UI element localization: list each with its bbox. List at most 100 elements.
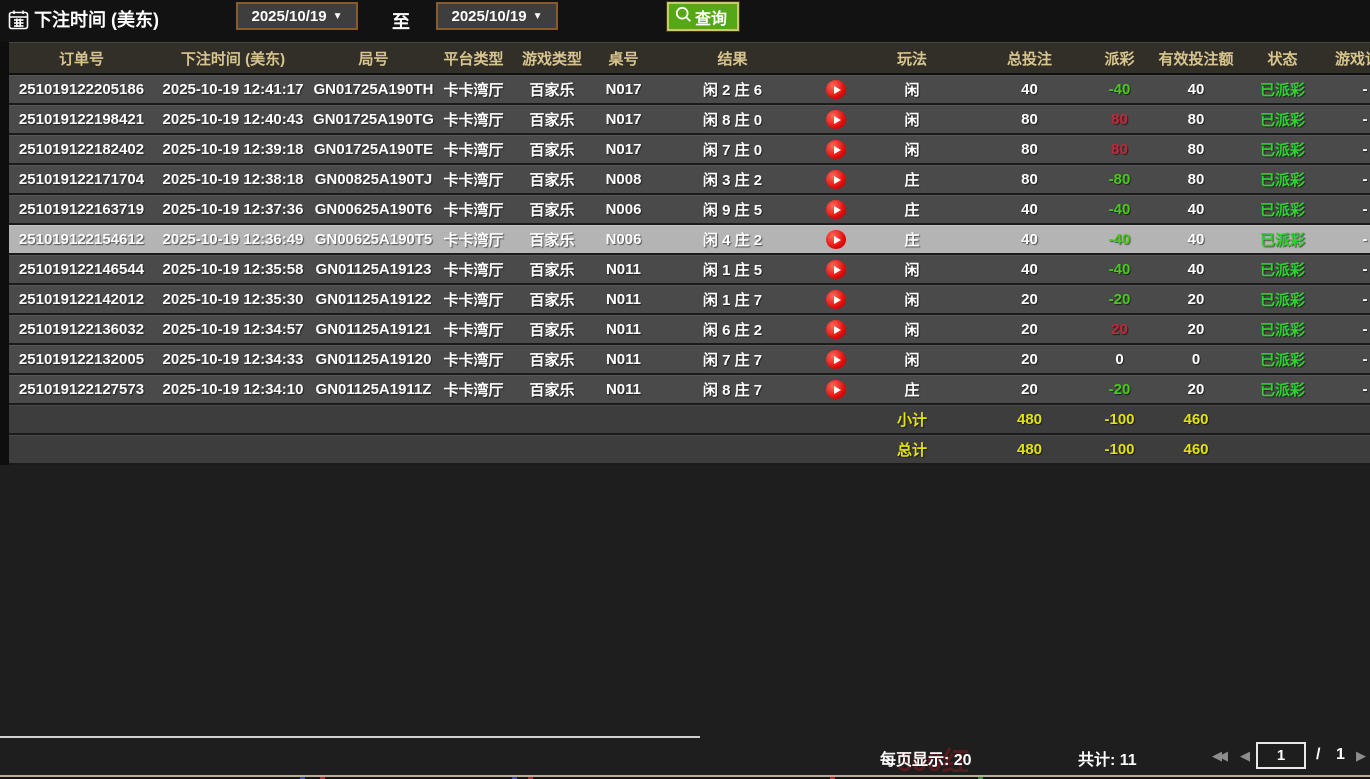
- table-row[interactable]: 251019122142012 2025-10-19 12:35:30 GN01…: [9, 285, 1370, 315]
- table-row[interactable]: 251019122127573 2025-10-19 12:34:10 GN01…: [9, 375, 1370, 405]
- table-row[interactable]: 251019122154612 2025-10-19 12:36:49 GN00…: [9, 225, 1370, 255]
- calendar-icon: [8, 9, 29, 30]
- replay-icon[interactable]: [826, 380, 846, 399]
- valid-bet-cell: 80: [1142, 171, 1250, 188]
- payout-cell: 20: [1097, 321, 1142, 338]
- result-cell: 闲 9 庄 5: [655, 199, 810, 220]
- status-cell: 已派彩: [1250, 319, 1315, 340]
- total-bet-cell: 80: [962, 111, 1097, 128]
- replay-icon[interactable]: [826, 80, 846, 99]
- platform-cell: 卡卡湾厅: [435, 199, 512, 220]
- column-header-round_no: 局号: [312, 48, 435, 69]
- table-row[interactable]: 251019122163719 2025-10-19 12:37:36 GN00…: [9, 195, 1370, 225]
- replay-icon[interactable]: [826, 350, 846, 369]
- order-no-cell: 251019122198421: [9, 111, 154, 128]
- column-header-table_no: 桌号: [592, 48, 655, 69]
- game-detail-cell: -: [1315, 201, 1370, 218]
- table-row[interactable]: 251019122132005 2025-10-19 12:34:33 GN01…: [9, 345, 1370, 375]
- table-left-edge: [0, 42, 9, 465]
- bet-side-cell: 闲: [862, 139, 962, 160]
- next-page-icon[interactable]: ▶: [1356, 748, 1362, 764]
- table-row[interactable]: 251019122205186 2025-10-19 12:41:17 GN01…: [9, 75, 1370, 105]
- game-detail-cell: -: [1315, 141, 1370, 158]
- bet-side-cell: 庄: [862, 169, 962, 190]
- replay-icon[interactable]: [826, 170, 846, 189]
- toolbar: 下注时间 (美东) 2025/10/19 ▼ 至 2025/10/19 ▼ 查询: [0, 0, 1370, 42]
- column-header-total_bet: 总投注: [962, 48, 1097, 69]
- platform-cell: 卡卡湾厅: [435, 109, 512, 130]
- grand-total-valid-bet: 460: [1142, 441, 1250, 458]
- subtotal-label: 小计: [862, 409, 962, 430]
- payout-cell: -20: [1097, 381, 1142, 398]
- page-number-input[interactable]: [1256, 742, 1306, 769]
- result-cell: 闲 7 庄 0: [655, 139, 810, 160]
- round-no-cell: GN01125A19122: [312, 291, 435, 308]
- order-no-cell: 251019122154612: [9, 231, 154, 248]
- platform-cell: 卡卡湾厅: [435, 169, 512, 190]
- bet-time-cell: 2025-10-19 12:34:57: [154, 321, 312, 338]
- column-header-bet_side: 玩法: [862, 48, 962, 69]
- replay-icon[interactable]: [826, 200, 846, 219]
- page-size-label: 每页显示: 20: [880, 746, 972, 770]
- table-no-cell: N006: [592, 201, 655, 218]
- table-header: 订单号下注时间 (美东)局号平台类型游戏类型桌号结果玩法总投注派彩有效投注额状态…: [9, 42, 1370, 75]
- bet-side-cell: 闲: [862, 109, 962, 130]
- table-row[interactable]: 251019122182402 2025-10-19 12:39:18 GN01…: [9, 135, 1370, 165]
- payout-cell: 0: [1097, 351, 1142, 368]
- table-row[interactable]: 251019122198421 2025-10-19 12:40:43 GN01…: [9, 105, 1370, 135]
- platform-cell: 卡卡湾厅: [435, 79, 512, 100]
- table-row[interactable]: 251019122171704 2025-10-19 12:38:18 GN00…: [9, 165, 1370, 195]
- payout-cell: -80: [1097, 171, 1142, 188]
- replay-icon[interactable]: [826, 140, 846, 159]
- dropdown-arrow-icon: ▼: [533, 11, 543, 22]
- result-cell: 闲 1 庄 5: [655, 259, 810, 280]
- dropdown-arrow-icon: ▼: [333, 11, 343, 22]
- platform-cell: 卡卡湾厅: [435, 349, 512, 370]
- prev-page-icon[interactable]: ◀: [1240, 748, 1246, 764]
- table-no-cell: N011: [592, 321, 655, 338]
- total-bet-cell: 20: [962, 381, 1097, 398]
- bet-side-cell: 闲: [862, 79, 962, 100]
- date-to-value: 2025/10/19: [452, 8, 527, 25]
- replay-cell: [810, 170, 862, 189]
- order-no-cell: 251019122127573: [9, 381, 154, 398]
- round-no-cell: GN00625A190T6: [312, 201, 435, 218]
- table-no-cell: N011: [592, 291, 655, 308]
- subtotal-valid-bet: 460: [1142, 411, 1250, 428]
- column-header-platform: 平台类型: [435, 48, 512, 69]
- table-row[interactable]: 251019122136032 2025-10-19 12:34:57 GN01…: [9, 315, 1370, 345]
- round-no-cell: GN01125A19120: [312, 351, 435, 368]
- total-bet-cell: 20: [962, 321, 1097, 338]
- table-row[interactable]: 251019122146544 2025-10-19 12:35:58 GN01…: [9, 255, 1370, 285]
- query-button[interactable]: 查询: [667, 2, 739, 31]
- date-from-select[interactable]: 2025/10/19 ▼: [236, 2, 358, 30]
- status-cell: 已派彩: [1250, 169, 1315, 190]
- replay-cell: [810, 110, 862, 129]
- game-type-cell: 百家乐: [512, 349, 592, 370]
- page-separator: /: [1316, 746, 1320, 764]
- order-no-cell: 251019122136032: [9, 321, 154, 338]
- first-page-icon[interactable]: ◀◀: [1212, 748, 1224, 764]
- platform-cell: 卡卡湾厅: [435, 379, 512, 400]
- total-bet-cell: 80: [962, 171, 1097, 188]
- replay-icon[interactable]: [826, 260, 846, 279]
- status-cell: 已派彩: [1250, 349, 1315, 370]
- date-to-select[interactable]: 2025/10/19 ▼: [436, 2, 558, 30]
- replay-cell: [810, 350, 862, 369]
- total-bet-cell: 40: [962, 231, 1097, 248]
- bet-side-cell: 闲: [862, 259, 962, 280]
- bet-time-label: 下注时间 (美东): [34, 6, 159, 32]
- total-bet-cell: 20: [962, 351, 1097, 368]
- round-no-cell: GN01125A1911Z: [312, 381, 435, 398]
- replay-icon[interactable]: [826, 290, 846, 309]
- game-detail-cell: -: [1315, 231, 1370, 248]
- replay-icon[interactable]: [826, 110, 846, 129]
- valid-bet-cell: 40: [1142, 81, 1250, 98]
- order-no-cell: 251019122182402: [9, 141, 154, 158]
- replay-icon[interactable]: [826, 320, 846, 339]
- replay-icon[interactable]: [826, 230, 846, 249]
- platform-cell: 卡卡湾厅: [435, 139, 512, 160]
- bet-time-cell: 2025-10-19 12:39:18: [154, 141, 312, 158]
- bet-time-cell: 2025-10-19 12:34:33: [154, 351, 312, 368]
- round-no-cell: GN01725A190TH: [312, 81, 435, 98]
